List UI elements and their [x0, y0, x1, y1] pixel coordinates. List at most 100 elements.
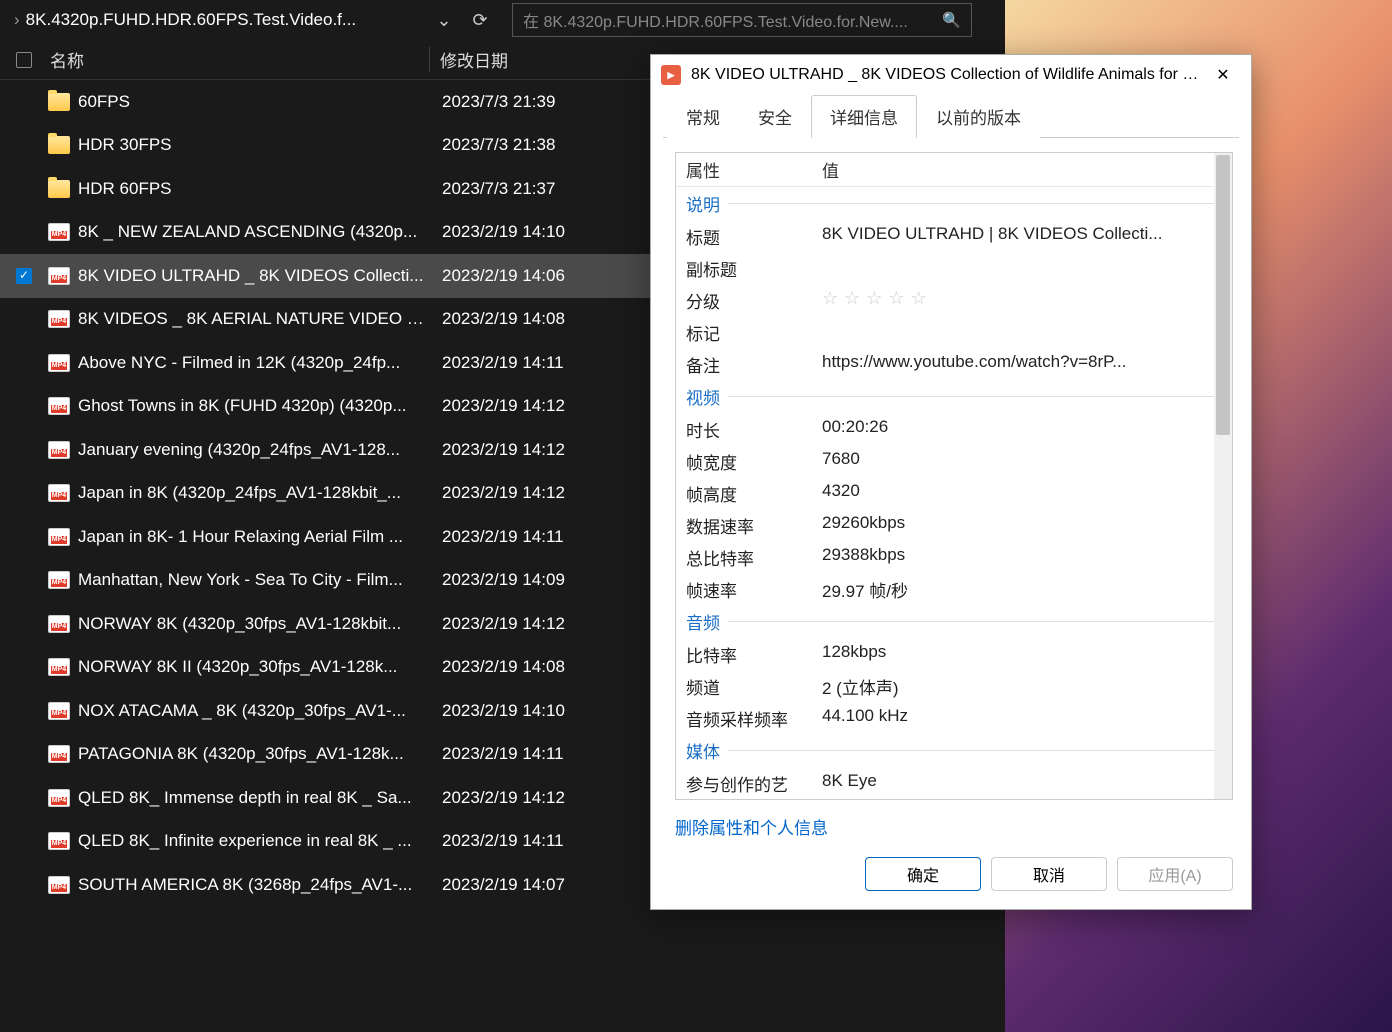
file-date: 2023/2/19 14:12: [432, 483, 642, 503]
file-name: HDR 30FPS: [78, 135, 432, 155]
folder-icon: [48, 136, 70, 154]
details-panel: 属性 值 说明 标题8K VIDEO ULTRAHD | 8K VIDEOS C…: [675, 152, 1233, 800]
dropdown-icon[interactable]: ⌄: [426, 4, 462, 36]
file-name: Japan in 8K- 1 Hour Relaxing Aerial Film…: [78, 527, 432, 547]
file-date: 2023/2/19 14:12: [432, 396, 642, 416]
prop-frame-rate[interactable]: 帧速率29.97 帧/秒: [676, 573, 1232, 605]
file-date: 2023/2/19 14:10: [432, 222, 642, 242]
section-audio: 音频: [676, 605, 1232, 638]
file-date: 2023/2/19 14:11: [432, 527, 642, 547]
file-date: 2023/2/19 14:12: [432, 614, 642, 634]
mp4-icon: MP4: [48, 615, 70, 633]
search-input[interactable]: 在 8K.4320p.FUHD.HDR.60FPS.Test.Video.for…: [512, 3, 972, 37]
dialog-title: 8K VIDEO ULTRAHD _ 8K VIDEOS Collection …: [691, 66, 1201, 84]
prop-title[interactable]: 标题8K VIDEO ULTRAHD | 8K VIDEOS Collecti.…: [676, 220, 1232, 252]
mp4-icon: MP4: [48, 832, 70, 850]
remove-properties-link[interactable]: 删除属性和个人信息: [651, 800, 1251, 839]
mp4-icon: MP4: [48, 223, 70, 241]
mp4-icon: MP4: [48, 397, 70, 415]
scrollbar[interactable]: [1214, 153, 1232, 799]
file-name: QLED 8K_ Immense depth in real 8K _ Sa..…: [78, 788, 432, 808]
mp4-icon: MP4: [48, 310, 70, 328]
file-name: NORWAY 8K II (4320p_30fps_AV1-128k...: [78, 657, 432, 677]
details-header: 属性 值: [676, 153, 1232, 187]
column-date[interactable]: 修改日期: [430, 47, 640, 72]
tab-general[interactable]: 常规: [667, 95, 739, 138]
file-date: 2023/2/19 14:11: [432, 744, 642, 764]
file-date: 2023/7/3 21:38: [432, 135, 642, 155]
refresh-icon[interactable]: ⟳: [462, 4, 498, 36]
mp4-icon: MP4: [48, 441, 70, 459]
apply-button[interactable]: 应用(A): [1117, 857, 1233, 891]
prop-subtitle[interactable]: 副标题: [676, 252, 1232, 284]
header-value: 值: [812, 153, 1232, 186]
file-name: Japan in 8K (4320p_24fps_AV1-128kbit_...: [78, 483, 432, 503]
file-name: 8K VIDEOS _ 8K AERIAL NATURE VIDEO F...: [78, 309, 432, 329]
file-name: HDR 60FPS: [78, 179, 432, 199]
scrollbar-thumb[interactable]: [1216, 155, 1230, 435]
file-type-icon: ▶: [661, 65, 681, 85]
address-bar[interactable]: › 8K.4320p.FUHD.HDR.60FPS.Test.Video.f..…: [6, 4, 506, 36]
section-media: 媒体: [676, 734, 1232, 767]
prop-audio-bitrate[interactable]: 比特率128kbps: [676, 638, 1232, 670]
prop-frame-height[interactable]: 帧高度4320: [676, 477, 1232, 509]
prop-tags[interactable]: 标记: [676, 316, 1232, 348]
file-name: PATAGONIA 8K (4320p_30fps_AV1-128k...: [78, 744, 432, 764]
mp4-icon: MP4: [48, 702, 70, 720]
file-date: 2023/2/19 14:12: [432, 440, 642, 460]
file-name: 60FPS: [78, 92, 432, 112]
file-date: 2023/2/19 14:06: [432, 266, 642, 286]
file-name: Ghost Towns in 8K (FUHD 4320p) (4320p...: [78, 396, 432, 416]
properties-dialog: ▶ 8K VIDEO ULTRAHD _ 8K VIDEOS Collectio…: [650, 54, 1252, 910]
mp4-icon: MP4: [48, 789, 70, 807]
file-name: NOX ATACAMA _ 8K (4320p_30fps_AV1-...: [78, 701, 432, 721]
prop-artist[interactable]: 参与创作的艺术家8K Eye: [676, 767, 1232, 800]
ok-button[interactable]: 确定: [865, 857, 981, 891]
column-name[interactable]: 名称: [48, 47, 430, 72]
tab-security[interactable]: 安全: [739, 95, 811, 138]
mp4-icon: MP4: [48, 354, 70, 372]
prop-comment[interactable]: 备注https://www.youtube.com/watch?v=8rP...: [676, 348, 1232, 380]
mp4-icon: MP4: [48, 267, 70, 285]
search-icon[interactable]: 🔍: [942, 11, 961, 29]
file-name: 8K VIDEO ULTRAHD _ 8K VIDEOS Collecti...: [78, 266, 432, 286]
file-date: 2023/2/19 14:09: [432, 570, 642, 590]
file-name: Above NYC - Filmed in 12K (4320p_24fp...: [78, 353, 432, 373]
mp4-icon: MP4: [48, 658, 70, 676]
file-name: January evening (4320p_24fps_AV1-128...: [78, 440, 432, 460]
prop-sample-rate[interactable]: 音频采样频率44.100 kHz: [676, 702, 1232, 734]
prop-channels[interactable]: 频道2 (立体声): [676, 670, 1232, 702]
tab-previous[interactable]: 以前的版本: [917, 95, 1040, 138]
prop-rating[interactable]: 分级☆☆☆☆☆: [676, 284, 1232, 316]
file-name: NORWAY 8K (4320p_30fps_AV1-128kbit...: [78, 614, 432, 634]
dialog-titlebar[interactable]: ▶ 8K VIDEO ULTRAHD _ 8K VIDEOS Collectio…: [651, 55, 1251, 95]
file-date: 2023/2/19 14:08: [432, 657, 642, 677]
row-checkbox[interactable]: ✓: [0, 268, 48, 284]
prop-data-rate[interactable]: 数据速率29260kbps: [676, 509, 1232, 541]
folder-icon: [48, 180, 70, 198]
dialog-buttons: 确定 取消 应用(A): [651, 839, 1251, 909]
mp4-icon: MP4: [48, 876, 70, 894]
header-checkbox[interactable]: [0, 52, 48, 68]
prop-frame-width[interactable]: 帧宽度7680: [676, 445, 1232, 477]
address-text: 8K.4320p.FUHD.HDR.60FPS.Test.Video.f...: [26, 10, 426, 30]
close-button[interactable]: ✕: [1201, 59, 1245, 91]
file-date: 2023/2/19 14:12: [432, 788, 642, 808]
mp4-icon: MP4: [48, 484, 70, 502]
mp4-icon: MP4: [48, 745, 70, 763]
prop-total-bitrate[interactable]: 总比特率29388kbps: [676, 541, 1232, 573]
tab-details[interactable]: 详细信息: [811, 95, 917, 138]
file-name: Manhattan, New York - Sea To City - Film…: [78, 570, 432, 590]
file-date: 2023/2/19 14:11: [432, 831, 642, 851]
file-date: 2023/7/3 21:39: [432, 92, 642, 112]
file-name: SOUTH AMERICA 8K (3268p_24fps_AV1-...: [78, 875, 432, 895]
star-icons[interactable]: ☆☆☆☆☆: [822, 288, 933, 308]
cancel-button[interactable]: 取消: [991, 857, 1107, 891]
prop-duration[interactable]: 时长00:20:26: [676, 413, 1232, 445]
header-property: 属性: [676, 153, 812, 186]
folder-icon: [48, 93, 70, 111]
file-date: 2023/2/19 14:07: [432, 875, 642, 895]
dialog-tabs: 常规 安全 详细信息 以前的版本: [651, 95, 1251, 138]
file-date: 2023/2/19 14:10: [432, 701, 642, 721]
file-date: 2023/2/19 14:08: [432, 309, 642, 329]
